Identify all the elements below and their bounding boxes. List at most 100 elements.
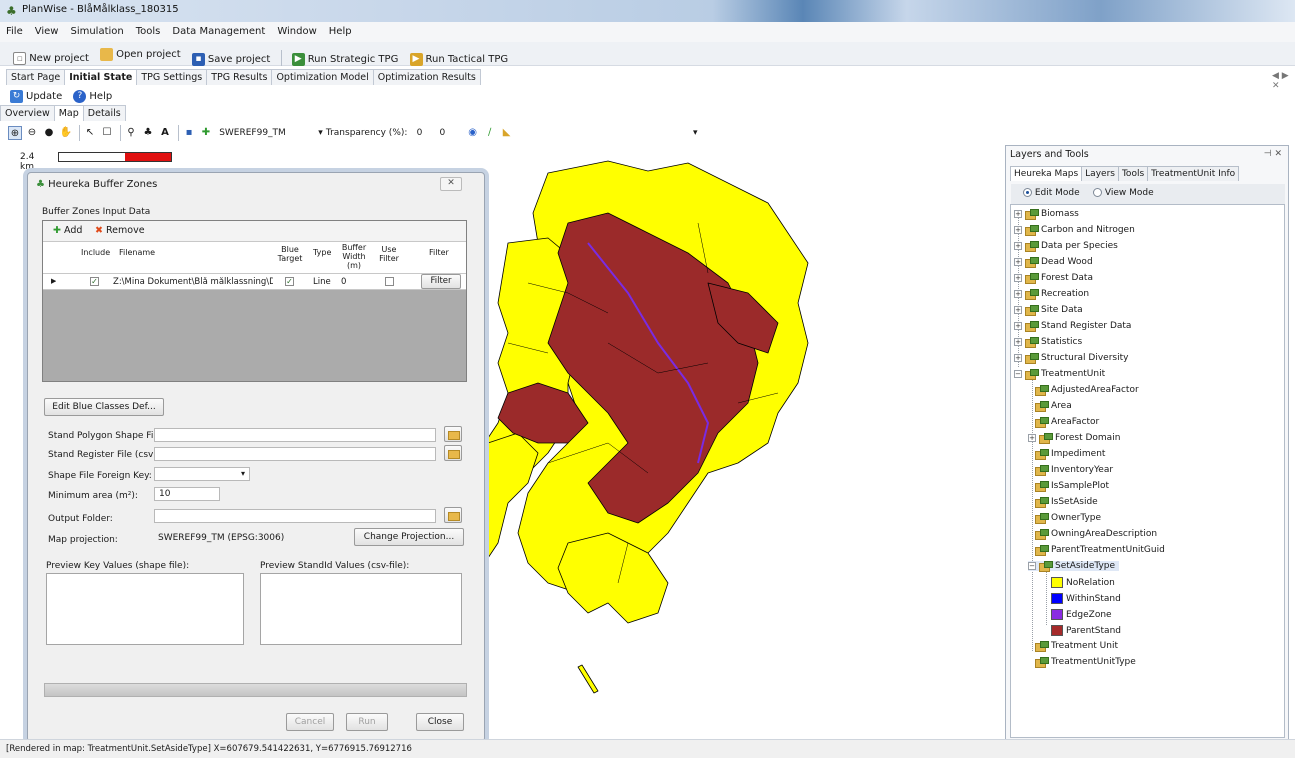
zoom-in-icon[interactable]: ⊕ — [8, 126, 22, 140]
tree-item-carbon-nitrogen[interactable]: + Carbon and Nitrogen — [1014, 225, 1135, 236]
tab-tools[interactable]: Tools — [1117, 166, 1149, 181]
tree-item-owner-type[interactable]: OwnerType — [1035, 513, 1101, 524]
tab-initial-state[interactable]: Initial State — [64, 69, 138, 85]
measure-icon[interactable]: ◣ — [500, 126, 514, 140]
rectangle-select-icon[interactable]: ☐ — [100, 126, 114, 140]
tab-start-page[interactable]: Start Page — [6, 69, 66, 85]
expand-icon[interactable]: + — [1014, 210, 1022, 218]
add-layer-icon[interactable]: ✚ — [199, 126, 213, 140]
tree-item-parent-treatment-unit-guid[interactable]: ParentTreatmentUnitGuid — [1035, 545, 1165, 556]
collapse-icon[interactable]: − — [1028, 562, 1036, 570]
output-folder-browse-button[interactable] — [444, 507, 462, 523]
menu-view[interactable]: View — [29, 22, 65, 37]
text-tool-icon[interactable]: A — [158, 126, 172, 140]
tree-item-stand-register-data[interactable]: + Stand Register Data — [1014, 321, 1131, 332]
run-button[interactable]: Run — [346, 713, 388, 731]
zoom-out-icon[interactable]: ⊖ — [25, 126, 39, 140]
update-button[interactable]: ↻ Update — [6, 86, 66, 106]
remove-row-button[interactable]: ✖ Remove — [95, 225, 145, 236]
col-use-filter[interactable]: Use Filter — [377, 245, 401, 263]
table-row[interactable]: ▶ ✓ Z:\Mina Dokument\Blå målklassning\Da… — [43, 274, 466, 290]
tree-item-area[interactable]: Area — [1035, 401, 1072, 412]
edit-mode-radio[interactable]: Edit Mode — [1023, 188, 1080, 198]
save-map-icon[interactable]: ▪ — [182, 126, 196, 140]
preview-key-list[interactable] — [46, 573, 244, 645]
edit-blue-classes-button[interactable]: Edit Blue Classes Def... — [44, 398, 164, 416]
expand-icon[interactable]: + — [1014, 242, 1022, 250]
filename-cell[interactable]: Z:\Mina Dokument\Blå målklassning\Dat... — [113, 277, 273, 287]
menu-simulation[interactable]: Simulation — [64, 22, 129, 37]
type-cell[interactable]: Line — [313, 277, 331, 287]
blue-target-checkbox[interactable]: ✓ — [285, 277, 294, 286]
tree-item-is-sample-plot[interactable]: IsSamplePlot — [1035, 481, 1109, 492]
magnifier-icon[interactable]: ⚲ — [124, 126, 138, 140]
tree-item-treatment-unit[interactable]: Treatment Unit — [1035, 641, 1118, 652]
foreign-key-select[interactable]: ▾ — [154, 467, 250, 481]
tree-item-data-per-species[interactable]: + Data per Species — [1014, 241, 1118, 252]
transparency-dropdown-arrow[interactable]: ▾ — [318, 128, 323, 138]
stand-register-input[interactable] — [154, 447, 436, 461]
map-dropdown-arrow[interactable]: ▾ — [693, 128, 698, 138]
preview-stand-list[interactable] — [260, 573, 462, 645]
use-filter-checkbox[interactable] — [385, 277, 394, 286]
tree-item-owning-area-description[interactable]: OwningAreaDescription — [1035, 529, 1157, 540]
run-strategic-tpg-button[interactable]: ▶ Run Strategic TPG — [288, 49, 403, 69]
view-mode-radio[interactable]: View Mode — [1093, 188, 1154, 198]
tab-heureka-maps[interactable]: Heureka Maps — [1010, 166, 1083, 181]
filter-button[interactable]: Filter — [421, 274, 461, 289]
tree-item-treatmentunit[interactable]: − TreatmentUnit — [1014, 369, 1105, 380]
col-filter[interactable]: Filter — [429, 248, 449, 257]
tree-item-impediment[interactable]: Impediment — [1035, 449, 1105, 460]
tree-item-forest-domain[interactable]: + Forest Domain — [1028, 433, 1120, 444]
tab-details[interactable]: Details — [82, 105, 126, 121]
tree-item-set-aside-type[interactable]: − SetAsideType — [1028, 561, 1120, 572]
min-area-input[interactable]: 10 — [154, 487, 220, 501]
change-projection-button[interactable]: Change Projection... — [354, 528, 464, 546]
tree-item-statistics[interactable]: + Statistics — [1014, 337, 1082, 348]
layer-tool-icon[interactable]: ♣ — [141, 126, 155, 140]
select-arrow-icon[interactable]: ↖ — [83, 126, 97, 140]
tab-tpg-settings[interactable]: TPG Settings — [136, 69, 208, 85]
panel-pin-close-icon[interactable]: ⊣ ✕ — [1264, 149, 1282, 159]
tab-treatmentunit-info[interactable]: TreatmentUnit Info — [1147, 166, 1240, 181]
tab-layers[interactable]: Layers — [1081, 166, 1119, 181]
close-button[interactable]: Close — [416, 713, 464, 731]
transparency-value-1[interactable]: 0 — [417, 128, 423, 138]
col-type[interactable]: Type — [313, 248, 331, 257]
stand-register-browse-button[interactable] — [444, 445, 462, 461]
buffer-width-cell[interactable]: 0 — [341, 277, 346, 287]
tab-optimization-results[interactable]: Optimization Results — [372, 69, 481, 85]
tree-item-structural-diversity[interactable]: + Structural Diversity — [1014, 353, 1128, 364]
expand-icon[interactable]: + — [1014, 226, 1022, 234]
info-globe-icon[interactable]: ◉ — [466, 126, 480, 140]
col-buffer-width[interactable]: Buffer Width (m) — [337, 243, 371, 270]
include-checkbox[interactable]: ✓ — [90, 277, 99, 286]
save-project-button[interactable]: ▪ Save project — [188, 49, 274, 69]
tree-item-area-factor[interactable]: AreaFactor — [1035, 417, 1099, 428]
menu-data-management[interactable]: Data Management — [166, 22, 271, 37]
tree-item-adjusted-area-factor[interactable]: AdjustedAreaFactor — [1035, 385, 1139, 396]
col-filename[interactable]: Filename — [119, 248, 155, 257]
tab-optimization-model[interactable]: Optimization Model — [271, 69, 374, 85]
tree-item-is-set-aside[interactable]: IsSetAside — [1035, 497, 1098, 508]
output-folder-input[interactable] — [154, 509, 436, 523]
menu-window[interactable]: Window — [271, 22, 322, 37]
expand-icon[interactable]: + — [1014, 306, 1022, 314]
stand-polygon-input[interactable] — [154, 428, 436, 442]
run-tactical-tpg-button[interactable]: ▶ Run Tactical TPG — [406, 49, 513, 69]
open-project-button[interactable]: Open project — [96, 44, 185, 64]
stand-polygon-browse-button[interactable] — [444, 426, 462, 442]
tree-item-recreation[interactable]: + Recreation — [1014, 289, 1089, 300]
tab-tpg-results[interactable]: TPG Results — [206, 69, 273, 85]
expand-icon[interactable]: + — [1014, 322, 1022, 330]
tree-item-dead-wood[interactable]: + Dead Wood — [1014, 257, 1093, 268]
tab-overview[interactable]: Overview — [0, 105, 55, 121]
close-icon[interactable]: ✕ — [440, 177, 462, 191]
menu-help[interactable]: Help — [323, 22, 358, 37]
tree-item-treatment-unit-type[interactable]: TreatmentUnitType — [1035, 657, 1136, 668]
cancel-button[interactable]: Cancel — [286, 713, 334, 731]
expand-icon[interactable]: + — [1014, 274, 1022, 282]
tree-item-forest-data[interactable]: + Forest Data — [1014, 273, 1093, 284]
add-row-button[interactable]: ✚ Add — [53, 225, 82, 236]
globe-icon[interactable]: ● — [42, 126, 56, 140]
